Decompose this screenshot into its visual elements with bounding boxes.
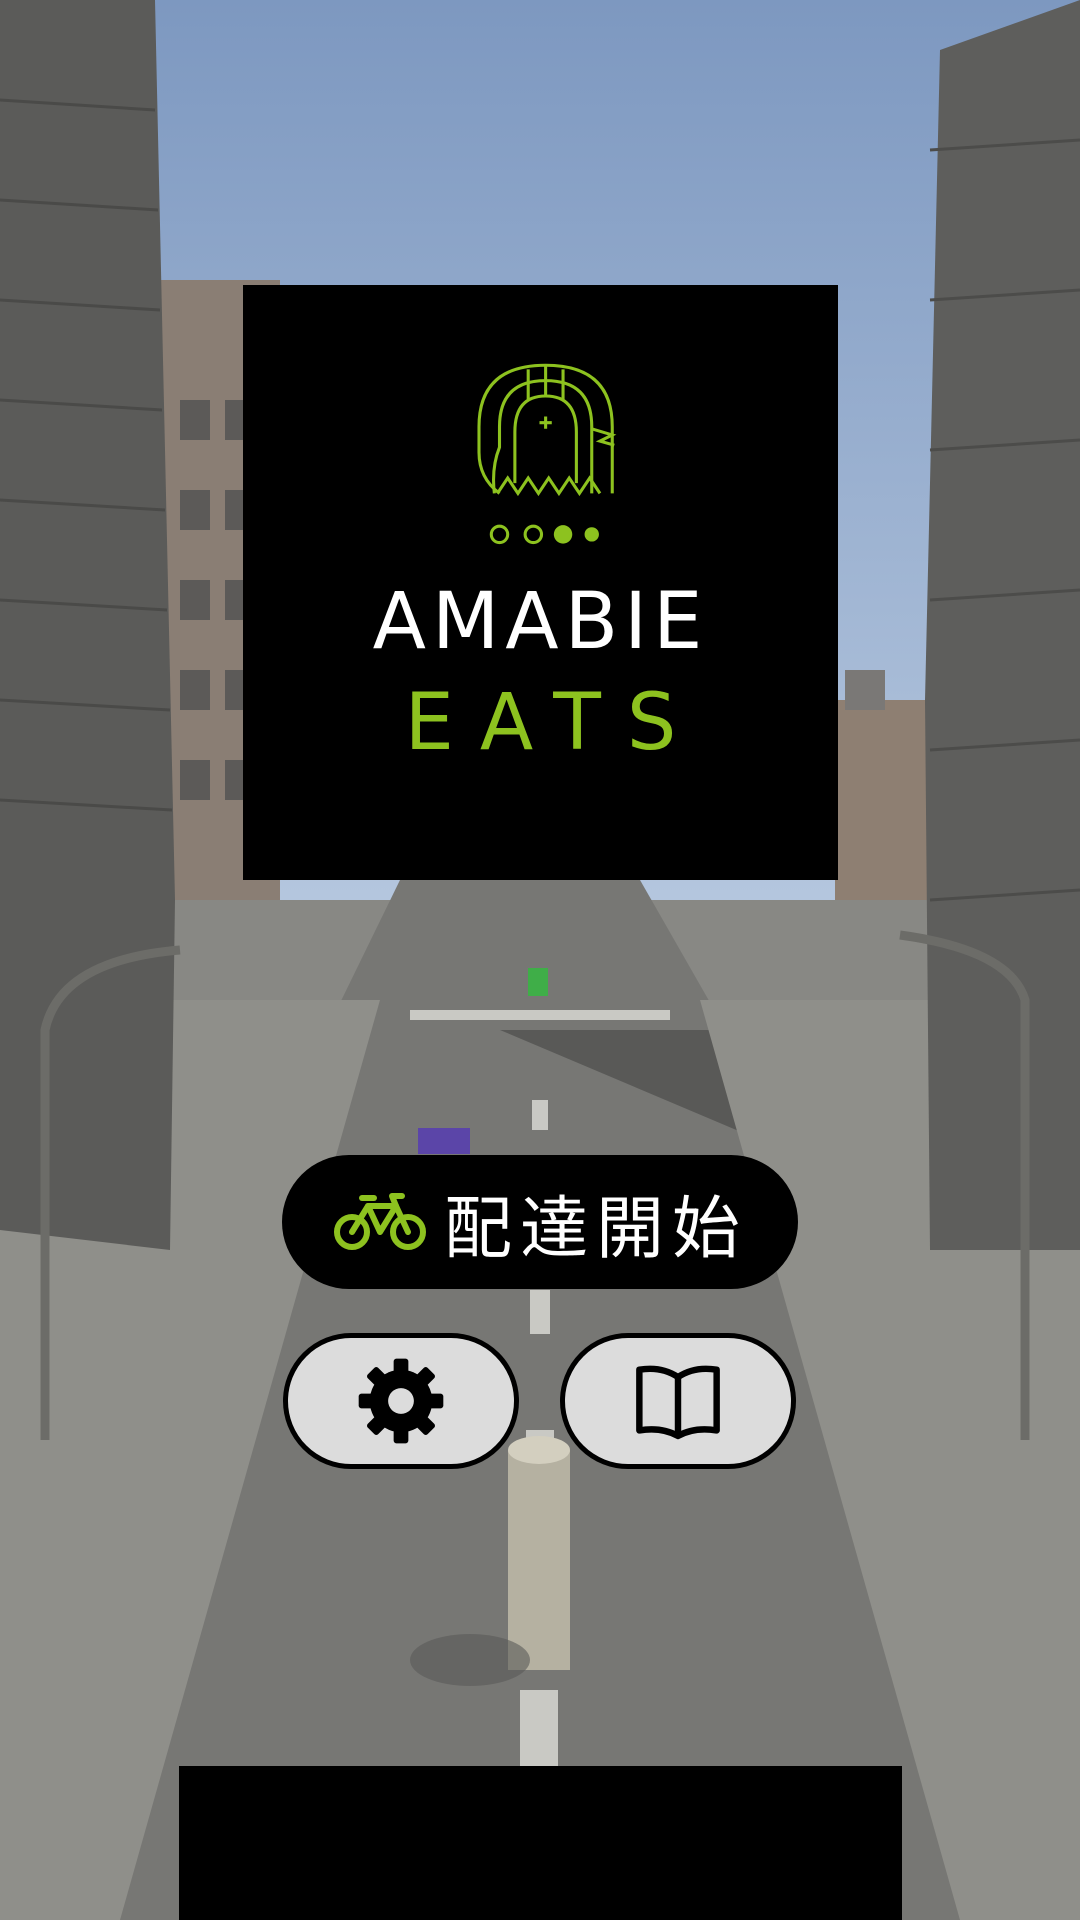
bicycle-icon [333, 1193, 426, 1250]
settings-button[interactable] [283, 1333, 519, 1469]
gear-icon [358, 1358, 444, 1444]
amabie-mascot-icon [477, 363, 617, 545]
logo-title: AMABIE [372, 577, 709, 667]
logo-panel: AMABIE EATS [243, 285, 838, 880]
bottom-banner-area [179, 1766, 902, 1920]
start-delivery-button[interactable]: 配達開始 [282, 1155, 798, 1289]
open-book-icon [636, 1365, 720, 1440]
manual-button[interactable] [560, 1333, 796, 1469]
logo-subtitle: EATS [404, 678, 703, 768]
start-delivery-label: 配達開始 [443, 1189, 748, 1269]
